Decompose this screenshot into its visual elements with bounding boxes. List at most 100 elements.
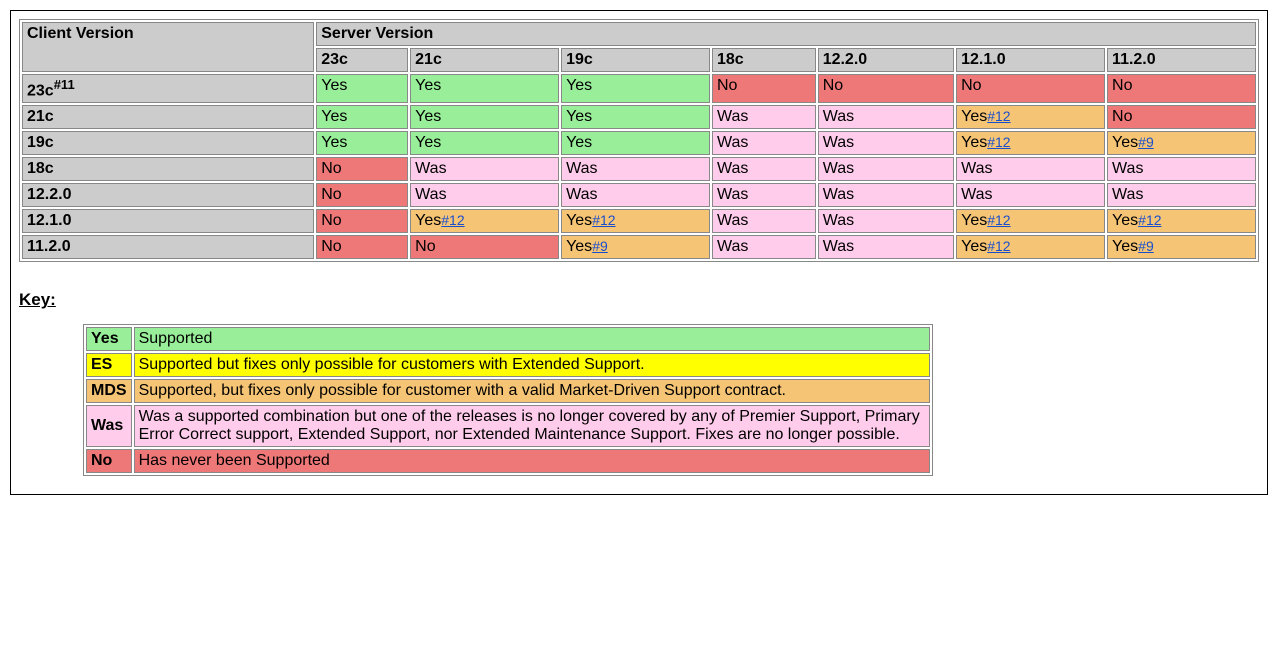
support-status-text: Was	[1112, 160, 1143, 177]
key-label: No	[86, 449, 132, 473]
table-row: 11.2.0NoNoYes#9WasWasYes#12Yes#9	[22, 235, 1256, 259]
support-cell: Yes	[410, 131, 559, 155]
support-status-text: Yes	[566, 212, 592, 229]
support-cell: Yes	[316, 105, 408, 129]
support-cell: Yes#9	[1107, 131, 1256, 155]
key-description: Supported, but fixes only possible for c…	[134, 379, 930, 403]
support-status-text: Was	[717, 108, 748, 125]
support-status-text: Yes	[566, 238, 592, 255]
support-cell: Was	[561, 157, 710, 181]
client-version-label: 12.1.0	[27, 212, 71, 229]
matrix-tbody: 23c#11YesYesYesNoNoNoNo21cYesYesYesWasWa…	[22, 74, 1256, 259]
client-version-cell: 12.1.0	[22, 209, 314, 233]
table-row: 23c#11YesYesYesNoNoNoNo	[22, 74, 1256, 103]
table-row: 21cYesYesYesWasWasYes#12No	[22, 105, 1256, 129]
server-version-col: 23c	[316, 48, 408, 72]
support-status-text: Yes	[961, 212, 987, 229]
server-version-col: 12.1.0	[956, 48, 1105, 72]
support-cell: Yes	[561, 131, 710, 155]
support-status-text: Yes	[415, 134, 441, 151]
support-status-text: No	[415, 238, 435, 255]
support-cell: Was	[712, 209, 816, 233]
support-cell: Was	[1107, 157, 1256, 181]
key-description: Supported	[134, 327, 930, 351]
support-status-text: Yes	[415, 108, 441, 125]
footnote-link[interactable]: #12	[1138, 212, 1161, 228]
support-status-text: Yes	[415, 77, 441, 94]
client-version-label: 21c	[27, 108, 54, 125]
support-status-text: Was	[961, 186, 992, 203]
support-cell: No	[1107, 105, 1256, 129]
footnote-link[interactable]: #9	[1138, 134, 1154, 150]
client-version-cell: 19c	[22, 131, 314, 155]
support-status-text: Was	[823, 160, 854, 177]
support-cell: Was	[956, 157, 1105, 181]
support-status-text: No	[1112, 108, 1132, 125]
server-version-header: Server Version	[316, 22, 1256, 46]
support-cell: No	[316, 183, 408, 207]
footnote-link[interactable]: #12	[592, 212, 615, 228]
key-row: NoHas never been Supported	[86, 449, 930, 473]
key-label: ES	[86, 353, 132, 377]
support-cell: Yes	[561, 105, 710, 129]
support-status-text: Yes	[566, 108, 592, 125]
support-status-text: Yes	[961, 108, 987, 125]
footnote-link[interactable]: #12	[987, 212, 1010, 228]
support-cell: Yes#12	[956, 209, 1105, 233]
support-cell: Was	[712, 235, 816, 259]
support-status-text: No	[823, 77, 843, 94]
client-version-cell: 21c	[22, 105, 314, 129]
footnote-link[interactable]: #12	[987, 108, 1010, 124]
support-status-text: No	[961, 77, 981, 94]
support-status-text: Yes	[321, 77, 347, 94]
support-cell: Yes	[316, 131, 408, 155]
table-row: 19cYesYesYesWasWasYes#12Yes#9	[22, 131, 1256, 155]
support-cell: Yes#12	[956, 131, 1105, 155]
key-row: YesSupported	[86, 327, 930, 351]
key-row: ESSupported but fixes only possible for …	[86, 353, 930, 377]
key-description: Has never been Supported	[134, 449, 930, 473]
footnote-link[interactable]: #12	[987, 238, 1010, 254]
table-row: 12.2.0NoWasWasWasWasWasWas	[22, 183, 1256, 207]
key-table: YesSupportedESSupported but fixes only p…	[83, 324, 933, 476]
support-status-text: Was	[717, 186, 748, 203]
server-version-col: 18c	[712, 48, 816, 72]
server-version-col: 19c	[561, 48, 710, 72]
client-version-cell: 12.2.0	[22, 183, 314, 207]
key-tbody: YesSupportedESSupported but fixes only p…	[86, 327, 930, 473]
table-row: 18cNoWasWasWasWasWasWas	[22, 157, 1256, 181]
support-cell: No	[410, 235, 559, 259]
support-status-text: Yes	[321, 108, 347, 125]
footnote-link[interactable]: #12	[441, 212, 464, 228]
support-cell: Yes	[410, 74, 559, 103]
matrix-thead: Client VersionServer Version23c21c19c18c…	[22, 22, 1256, 72]
support-cell: Was	[818, 209, 954, 233]
support-cell: Was	[956, 183, 1105, 207]
support-cell: Yes#9	[561, 235, 710, 259]
key-label: Was	[86, 405, 132, 447]
client-version-label: 18c	[27, 160, 54, 177]
support-cell: No	[1107, 74, 1256, 103]
footnote-link[interactable]: #9	[592, 238, 608, 254]
footnote-link[interactable]: #12	[987, 134, 1010, 150]
support-cell: Was	[818, 157, 954, 181]
client-version-header: Client Version	[22, 22, 314, 72]
footnote-link[interactable]: #9	[1138, 238, 1154, 254]
support-cell: Yes	[316, 74, 408, 103]
support-cell: Yes#12	[956, 105, 1105, 129]
support-status-text: No	[717, 77, 737, 94]
support-status-text: Was	[1112, 186, 1143, 203]
support-cell: Was	[561, 183, 710, 207]
support-cell: Was	[712, 157, 816, 181]
support-status-text: No	[321, 238, 341, 255]
support-cell: Yes#12	[561, 209, 710, 233]
support-cell: No	[316, 157, 408, 181]
support-status-text: Was	[566, 160, 597, 177]
support-cell: No	[316, 235, 408, 259]
support-status-text: Yes	[961, 238, 987, 255]
client-version-label: 11.2.0	[27, 238, 71, 255]
support-status-text: Was	[717, 212, 748, 229]
support-status-text: Yes	[1112, 134, 1138, 151]
support-status-text: Yes	[961, 134, 987, 151]
support-cell: No	[818, 74, 954, 103]
